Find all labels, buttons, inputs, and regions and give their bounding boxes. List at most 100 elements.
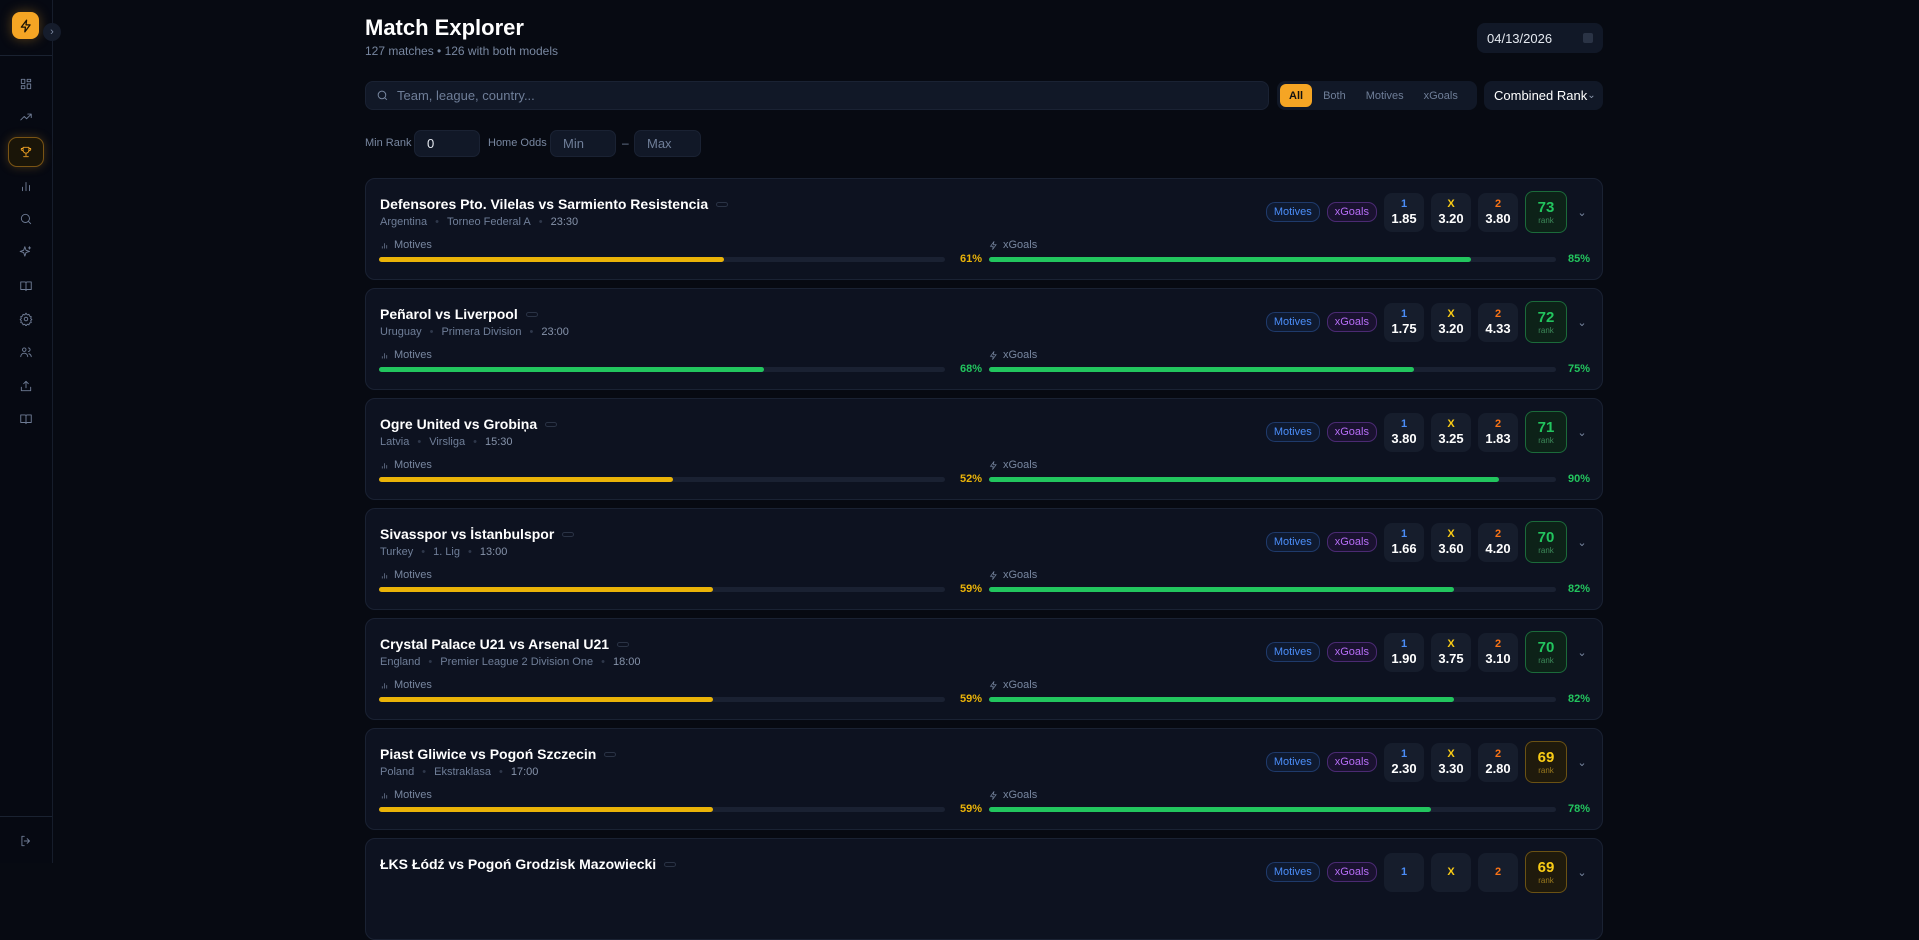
search-input[interactable] bbox=[397, 88, 1258, 103]
motives-badge: Motives bbox=[1265, 752, 1320, 772]
odds-home[interactable]: 1 1.90 bbox=[1384, 632, 1424, 672]
search-bar[interactable] bbox=[365, 81, 1269, 110]
odds-away[interactable]: 2 2.80 bbox=[1478, 742, 1518, 782]
match-card[interactable]: Ogre United vs Grobiņa Latvia • Virsliga • 1… bbox=[365, 398, 1603, 500]
expand-chevron-icon[interactable]: ⌄ bbox=[1574, 536, 1590, 549]
expand-chevron-icon[interactable]: ⌄ bbox=[1574, 756, 1590, 769]
expand-sidebar-button[interactable]: › bbox=[43, 23, 61, 41]
match-title: Sivasspor vs İstanbulspor bbox=[380, 526, 575, 542]
odds-key: X bbox=[1447, 528, 1455, 540]
match-card[interactable]: Sivasspor vs İstanbulspor Turkey • 1. Lig •… bbox=[365, 508, 1603, 610]
motives-badge: Motives bbox=[1265, 532, 1320, 552]
odds-away[interactable]: 2 1.83 bbox=[1478, 412, 1518, 452]
book-open-icon[interactable] bbox=[8, 404, 44, 434]
motives-label: Motives bbox=[380, 349, 432, 361]
motives-label-text: Motives bbox=[394, 569, 432, 581]
min-rank-input[interactable] bbox=[414, 130, 480, 157]
motives-percent: 52% bbox=[959, 473, 982, 485]
expand-chevron-icon[interactable]: ⌄ bbox=[1574, 426, 1590, 439]
expand-chevron-icon[interactable]: ⌄ bbox=[1574, 866, 1590, 879]
odds-away[interactable]: 2 4.33 bbox=[1478, 302, 1518, 342]
odds-draw[interactable]: X 3.20 bbox=[1431, 192, 1471, 232]
xgoals-badge: xGoals bbox=[1326, 422, 1377, 442]
motives-badge: Motives bbox=[1265, 202, 1320, 222]
odds-away[interactable]: 2 4.20 bbox=[1478, 522, 1518, 562]
logout-icon[interactable] bbox=[8, 826, 44, 856]
expand-chevron-icon[interactable]: ⌄ bbox=[1574, 316, 1590, 329]
odds-key: X bbox=[1447, 308, 1455, 320]
home-odds-min-input[interactable] bbox=[550, 130, 616, 157]
odds-home[interactable]: 1 1.66 bbox=[1384, 522, 1424, 562]
match-card[interactable]: Crystal Palace U21 vs Arsenal U21 Englan… bbox=[365, 618, 1603, 720]
odds-key: X bbox=[1447, 865, 1455, 878]
kickoff-time: 15:30 bbox=[484, 436, 513, 448]
odds-value: 3.80 bbox=[1485, 211, 1511, 226]
odds-value: 3.30 bbox=[1438, 761, 1464, 776]
book-icon[interactable] bbox=[8, 271, 44, 301]
odds-draw[interactable]: X 3.30 bbox=[1431, 742, 1471, 782]
users-icon[interactable] bbox=[8, 337, 44, 367]
odds-home[interactable]: 1 1.85 bbox=[1384, 192, 1424, 232]
odds-away[interactable]: 2 bbox=[1478, 852, 1518, 892]
sparkles-icon[interactable] bbox=[8, 237, 44, 267]
trophy-icon[interactable] bbox=[8, 137, 44, 167]
odds-draw[interactable]: X bbox=[1431, 852, 1471, 892]
kickoff-time: 23:00 bbox=[541, 326, 569, 338]
range-dash: – bbox=[622, 136, 629, 150]
dashboard-icon[interactable] bbox=[8, 69, 44, 99]
odds-home[interactable]: 1 2.30 bbox=[1384, 742, 1424, 782]
home-odds-max-input[interactable] bbox=[634, 130, 701, 157]
xgoals-label-text: xGoals bbox=[1003, 569, 1038, 581]
rank-value: 69 bbox=[1537, 859, 1555, 876]
status-pill bbox=[664, 861, 677, 867]
odds-value: 3.75 bbox=[1438, 651, 1464, 666]
odds-value: 2.80 bbox=[1485, 761, 1511, 776]
odds-away[interactable]: 2 3.80 bbox=[1478, 192, 1518, 232]
match-title: Peñarol vs Liverpool bbox=[380, 306, 538, 322]
bar-chart-icon bbox=[381, 792, 388, 798]
xgoals-badge: xGoals bbox=[1326, 532, 1377, 552]
xgoals-percent: 82% bbox=[1567, 693, 1590, 705]
odds-key: 2 bbox=[1494, 198, 1502, 210]
odds-value: 3.60 bbox=[1438, 541, 1464, 556]
motives-progress-bar bbox=[379, 367, 945, 372]
filter-tab-motives[interactable]: Motives bbox=[1357, 84, 1413, 107]
xgoals-progress-fill bbox=[989, 587, 1454, 592]
expand-chevron-icon[interactable]: ⌄ bbox=[1574, 646, 1590, 659]
xgoals-badge: xGoals bbox=[1326, 642, 1377, 662]
filter-tab-xgoals[interactable]: xGoals bbox=[1415, 84, 1467, 107]
xgoals-progress-fill bbox=[989, 697, 1454, 702]
filter-tab-all[interactable]: All bbox=[1280, 84, 1313, 107]
sort-dropdown[interactable]: Combined Rank ⌄ bbox=[1484, 81, 1603, 110]
bar-chart-icon[interactable] bbox=[8, 171, 44, 201]
odds-home[interactable]: 1 bbox=[1384, 852, 1424, 892]
match-card[interactable]: Piast Gliwice vs Pogoń Szczecin Poland • E… bbox=[365, 728, 1603, 830]
sort-value: Combined Rank bbox=[1494, 88, 1588, 103]
odds-home[interactable]: 1 1.75 bbox=[1384, 302, 1424, 342]
odds-away[interactable]: 2 3.10 bbox=[1478, 632, 1518, 672]
upload-icon[interactable] bbox=[8, 371, 44, 401]
motives-label-text: Motives bbox=[394, 789, 432, 801]
odds-value: 1.75 bbox=[1391, 321, 1417, 336]
settings-icon[interactable] bbox=[8, 304, 44, 334]
odds-draw[interactable]: X 3.60 bbox=[1431, 522, 1471, 562]
match-card[interactable]: Peñarol vs Liverpool Uruguay • Primera Div… bbox=[365, 288, 1603, 390]
expand-chevron-icon[interactable]: ⌄ bbox=[1574, 206, 1590, 219]
rank-value: 69 bbox=[1537, 749, 1555, 766]
odds-draw[interactable]: X 3.20 bbox=[1431, 302, 1471, 342]
odds-draw[interactable]: X 3.75 bbox=[1431, 632, 1471, 672]
page-subtitle: 127 matches • 126 with both models bbox=[365, 44, 558, 58]
logo-bolt-icon[interactable] bbox=[12, 12, 39, 39]
motives-label-text: Motives bbox=[394, 459, 432, 471]
trending-icon[interactable] bbox=[8, 102, 44, 132]
xgoals-badge: xGoals bbox=[1326, 312, 1377, 332]
odds-draw[interactable]: X 3.25 bbox=[1431, 412, 1471, 452]
filter-tab-both[interactable]: Both bbox=[1314, 84, 1355, 107]
odds-home[interactable]: 1 3.80 bbox=[1384, 412, 1424, 452]
date-picker[interactable]: 04/13/2026 bbox=[1477, 23, 1603, 53]
match-meta: Argentina • Torneo Federal A • 23:30 bbox=[380, 216, 579, 228]
match-card[interactable]: Defensores Pto. Vilelas vs Sarmiento Res… bbox=[365, 178, 1603, 280]
search-icon[interactable] bbox=[8, 204, 44, 234]
match-card[interactable]: ŁKS Łódź vs Pogoń Grodzisk Mazowiecki Mo… bbox=[365, 838, 1603, 940]
xgoals-percent: 82% bbox=[1567, 583, 1590, 595]
